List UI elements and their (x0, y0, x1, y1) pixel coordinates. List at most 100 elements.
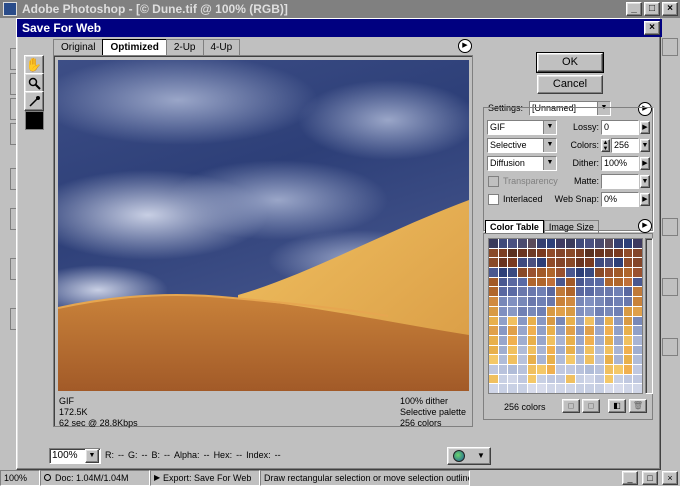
color-swatch[interactable] (614, 374, 623, 384)
color-swatch[interactable] (566, 306, 575, 316)
dither-algorithm-select[interactable]: Diffusion ▼ (487, 156, 557, 171)
color-swatch[interactable] (508, 248, 517, 258)
color-swatch[interactable] (498, 258, 508, 268)
color-swatch[interactable] (614, 326, 623, 335)
color-swatch[interactable] (537, 239, 546, 248)
color-swatch[interactable] (623, 239, 633, 248)
color-swatch[interactable] (566, 384, 575, 393)
color-swatch[interactable] (623, 345, 633, 355)
color-swatch[interactable] (489, 316, 498, 326)
color-swatch[interactable] (604, 374, 614, 384)
color-swatch[interactable] (585, 306, 594, 316)
color-swatch[interactable] (517, 239, 527, 248)
color-swatch[interactable] (566, 287, 575, 297)
color-swatch[interactable] (614, 297, 623, 306)
color-swatch[interactable] (614, 268, 623, 277)
color-swatch[interactable] (556, 355, 565, 364)
color-swatch[interactable] (537, 248, 546, 258)
color-swatch[interactable] (546, 287, 556, 297)
color-swatch[interactable] (546, 258, 556, 268)
tab-original[interactable]: Original (53, 39, 104, 55)
color-swatch[interactable] (633, 335, 642, 345)
color-swatch[interactable] (623, 326, 633, 335)
color-swatch[interactable] (604, 258, 614, 268)
color-swatch[interactable] (508, 239, 517, 248)
color-swatch[interactable] (498, 248, 508, 258)
color-swatch[interactable] (614, 355, 623, 364)
status-zoom[interactable]: 100% (0, 470, 40, 486)
color-table-menu-button[interactable]: ▶ (638, 219, 652, 233)
color-swatch[interactable] (498, 239, 508, 248)
color-swatch[interactable] (614, 316, 623, 326)
color-swatch[interactable] (566, 277, 575, 287)
websnap-slider-button[interactable]: ▶ (640, 193, 650, 206)
color-swatch[interactable] (498, 306, 508, 316)
color-swatch[interactable] (517, 277, 527, 287)
matte-dropdown-button[interactable]: ▼ (640, 175, 650, 188)
color-swatch[interactable] (585, 248, 594, 258)
color-swatch[interactable] (537, 326, 546, 335)
color-swatch[interactable] (594, 268, 604, 277)
color-swatch[interactable] (585, 355, 594, 364)
lossy-field[interactable]: 0 (601, 120, 639, 135)
color-swatch[interactable] (489, 326, 498, 335)
color-swatch[interactable] (489, 258, 498, 268)
dither-slider-button[interactable]: ▶ (640, 157, 650, 170)
color-swatch[interactable] (623, 364, 633, 374)
color-swatch[interactable] (556, 248, 565, 258)
color-swatch[interactable] (575, 268, 585, 277)
color-swatch[interactable] (566, 268, 575, 277)
color-swatch[interactable] (575, 355, 585, 364)
color-swatch[interactable] (604, 306, 614, 316)
color-swatch[interactable] (508, 355, 517, 364)
bg-palette-item[interactable] (662, 278, 678, 296)
color-swatch[interactable] (527, 258, 537, 268)
color-swatch[interactable] (508, 287, 517, 297)
color-swatch[interactable] (517, 258, 527, 268)
color-swatch[interactable] (508, 345, 517, 355)
color-swatch[interactable] (575, 345, 585, 355)
color-swatch[interactable] (614, 306, 623, 316)
color-swatch[interactable] (623, 277, 633, 287)
color-swatch[interactable] (575, 297, 585, 306)
color-swatch[interactable] (585, 239, 594, 248)
color-swatch[interactable] (527, 297, 537, 306)
color-swatch[interactable] (575, 326, 585, 335)
color-swatch[interactable] (585, 297, 594, 306)
color-swatch[interactable] (498, 268, 508, 277)
color-swatch[interactable] (517, 297, 527, 306)
color-swatch[interactable] (546, 345, 556, 355)
color-swatch[interactable] (546, 355, 556, 364)
color-swatch[interactable] (566, 239, 575, 248)
maximize-button[interactable]: □ (644, 2, 660, 16)
color-swatch[interactable] (594, 277, 604, 287)
color-swatch[interactable] (585, 345, 594, 355)
color-swatch[interactable] (594, 258, 604, 268)
color-swatch[interactable] (604, 297, 614, 306)
color-swatch[interactable] (489, 297, 498, 306)
color-swatch[interactable] (614, 345, 623, 355)
color-swatch[interactable] (556, 258, 565, 268)
color-swatch[interactable] (556, 268, 565, 277)
tab-image-size[interactable]: Image Size (543, 220, 599, 234)
color-swatch[interactable] (556, 277, 565, 287)
color-swatch[interactable] (594, 335, 604, 345)
color-swatch[interactable] (546, 316, 556, 326)
color-swatch[interactable] (498, 364, 508, 374)
color-swatch[interactable] (537, 335, 546, 345)
color-swatch[interactable] (556, 384, 565, 393)
dialog-close-button[interactable]: × (644, 21, 660, 35)
optimize-menu-button[interactable]: ▶ (458, 39, 472, 53)
color-swatch[interactable] (566, 374, 575, 384)
color-swatch[interactable] (517, 287, 527, 297)
matte-field[interactable] (601, 174, 639, 189)
color-swatch[interactable] (517, 248, 527, 258)
tab-2-up[interactable]: 2-Up (165, 39, 204, 55)
color-swatch[interactable] (517, 316, 527, 326)
color-swatch[interactable] (566, 316, 575, 326)
color-swatch[interactable] (508, 364, 517, 374)
bg-palette-item[interactable] (662, 338, 678, 356)
color-swatch[interactable] (633, 355, 642, 364)
minimize-button[interactable]: _ (626, 2, 642, 16)
color-swatch[interactable] (623, 374, 633, 384)
